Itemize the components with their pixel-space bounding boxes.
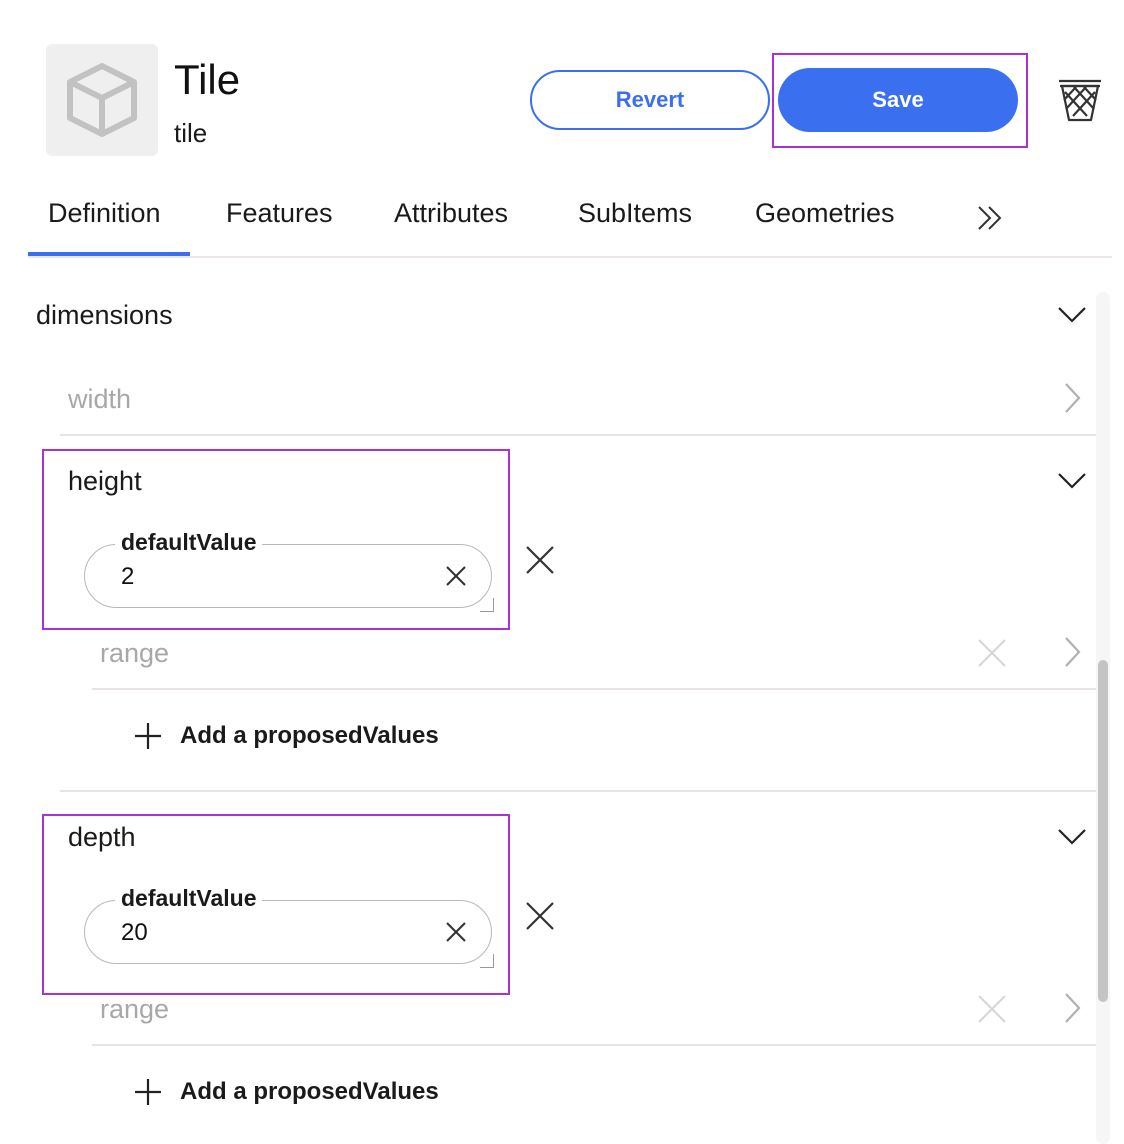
expand-width-button[interactable] — [1055, 381, 1089, 415]
chevron-down-icon — [1058, 307, 1086, 323]
collapse-height-button[interactable] — [1055, 464, 1089, 498]
trash-icon — [1059, 79, 1101, 122]
property-depth-label[interactable]: depth — [68, 822, 136, 853]
close-icon — [446, 922, 466, 942]
page-title: Tile — [174, 56, 241, 103]
depth-default-value-input[interactable]: 20 — [121, 919, 148, 947]
property-width-label[interactable]: width — [68, 384, 131, 415]
tab-attributes[interactable]: Attributes — [394, 198, 508, 229]
clear-value-button[interactable] — [443, 919, 469, 945]
chevron-right-icon — [1065, 993, 1081, 1023]
divider — [92, 688, 1096, 690]
close-icon — [978, 639, 1006, 667]
revert-button[interactable]: Revert — [530, 70, 770, 130]
height-default-value-field[interactable]: defaultValue 2 — [84, 529, 492, 608]
add-proposed-values-label: Add a proposedValues — [180, 1078, 439, 1105]
field-label: defaultValue — [115, 885, 263, 912]
close-icon — [526, 546, 554, 574]
chevron-right-icon — [1065, 637, 1081, 667]
chevron-down-icon — [1058, 473, 1086, 489]
depth-range-label[interactable]: range — [100, 994, 169, 1025]
delete-button[interactable] — [1056, 76, 1104, 124]
remove-default-value-button[interactable] — [523, 543, 557, 577]
close-icon — [526, 902, 554, 930]
expand-range-button[interactable] — [1055, 991, 1089, 1025]
double-chevron-right-icon — [978, 206, 1002, 230]
scrollbar-thumb[interactable] — [1098, 660, 1108, 1002]
tab-features[interactable]: Features — [226, 198, 333, 229]
depth-default-value-field[interactable]: defaultValue 20 — [84, 885, 492, 964]
add-proposed-values-button[interactable]: Add a proposedValues — [134, 1078, 439, 1106]
resize-handle[interactable] — [480, 954, 494, 968]
divider — [92, 1044, 1096, 1046]
tab-bar: Definition Features Attributes SubItems … — [28, 186, 1112, 258]
close-icon — [446, 566, 466, 586]
collapse-depth-button[interactable] — [1055, 820, 1089, 854]
field-label: defaultValue — [115, 529, 263, 556]
tab-subitems[interactable]: SubItems — [578, 198, 692, 229]
plus-icon — [135, 1079, 161, 1105]
section-title-dimensions[interactable]: dimensions — [36, 300, 173, 331]
resize-handle[interactable] — [480, 598, 494, 612]
tab-definition[interactable]: Definition — [48, 198, 161, 229]
more-tabs-button[interactable] — [962, 192, 1018, 244]
chevron-down-icon — [1058, 829, 1086, 845]
tab-geometries[interactable]: Geometries — [755, 198, 895, 229]
property-height-label[interactable]: height — [68, 466, 142, 497]
plus-icon — [135, 723, 161, 749]
add-proposed-values-label: Add a proposedValues — [180, 722, 439, 749]
item-thumbnail — [46, 44, 158, 156]
height-range-label[interactable]: range — [100, 638, 169, 669]
active-tab-indicator — [28, 252, 190, 256]
page-subtitle: tile — [174, 118, 208, 148]
remove-range-button[interactable] — [975, 992, 1009, 1026]
remove-default-value-button[interactable] — [523, 899, 557, 933]
divider — [60, 790, 1096, 792]
divider — [60, 434, 1096, 436]
close-icon — [978, 995, 1006, 1023]
remove-range-button[interactable] — [975, 636, 1009, 670]
cube-icon — [67, 63, 137, 137]
clear-value-button[interactable] — [443, 563, 469, 589]
expand-range-button[interactable] — [1055, 635, 1089, 669]
height-default-value-input[interactable]: 2 — [121, 563, 134, 591]
collapse-dimensions-button[interactable] — [1055, 298, 1089, 332]
add-proposed-values-button[interactable]: Add a proposedValues — [134, 722, 439, 750]
chevron-right-icon — [1065, 383, 1081, 413]
save-button[interactable]: Save — [778, 68, 1018, 132]
